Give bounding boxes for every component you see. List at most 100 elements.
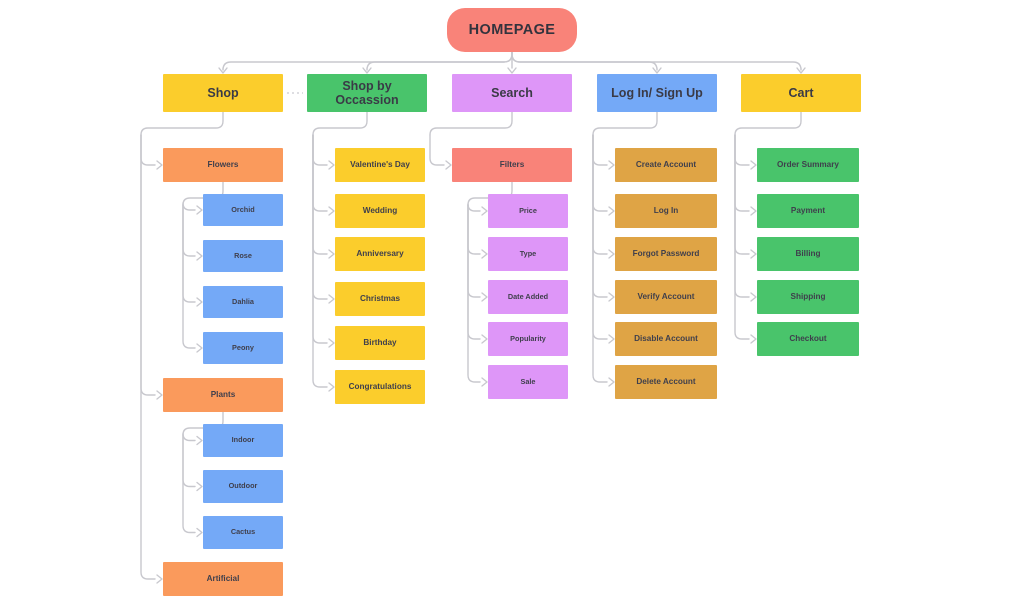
connector-plants-to-cactus-arrowhead xyxy=(196,527,203,538)
node-label: Search xyxy=(491,85,533,100)
node-label: Christmas xyxy=(359,294,401,304)
node-label: Popularity xyxy=(510,333,546,343)
connector-shop-by-occassion-to-congratulations-arrowhead xyxy=(328,382,335,392)
node-label: Verify Account xyxy=(637,292,695,302)
connector-cart-to-billing-arrowhead xyxy=(750,249,757,259)
connector-filters-to-type-arrowhead xyxy=(481,249,488,259)
node-flowers[interactable]: Flowers xyxy=(163,148,283,182)
connector-shop-to-plants xyxy=(140,134,156,396)
node-label: Order Summary xyxy=(777,160,839,170)
node-label: Cactus xyxy=(230,527,256,537)
connector-log-in-sign-up-to-log-in-arrowhead xyxy=(608,206,615,216)
node-log-in[interactable]: Log In xyxy=(615,194,717,228)
node-label: Cart xyxy=(788,85,814,100)
node-congratulations[interactable]: Congratulations xyxy=(335,370,425,404)
connector-cart-to-billing xyxy=(734,134,750,255)
node-billing[interactable]: Billing xyxy=(757,237,859,271)
node-checkout[interactable]: Checkout xyxy=(757,322,859,356)
node-label: Dahlia xyxy=(232,296,254,306)
node-label: Congratulations xyxy=(348,382,412,392)
connector-plants-to-indoor xyxy=(182,432,196,442)
connector-log-in-sign-up-to-disable-account-arrowhead xyxy=(608,334,615,344)
connector-plants-to-indoor-arrowhead xyxy=(196,435,203,446)
node-label: Delete Account xyxy=(636,377,696,387)
node-label: Anniversary xyxy=(356,249,404,259)
connector-shop-to-artificial xyxy=(140,134,156,580)
node-label: Disable Account xyxy=(634,334,698,344)
node-shop[interactable]: Shop xyxy=(163,74,283,112)
connector-cart-to-payment-arrowhead xyxy=(750,206,757,216)
connector-flowers-to-peony xyxy=(182,204,196,349)
node-label: Billing xyxy=(795,249,821,259)
node-label: Type xyxy=(519,248,537,258)
node-sale[interactable]: Sale xyxy=(488,365,568,399)
connector-flowers-to-dahlia-arrowhead xyxy=(196,297,203,307)
connector-log-in-sign-up-to-create-account-arrowhead xyxy=(608,160,615,170)
node-order-summary[interactable]: Order Summary xyxy=(757,148,859,182)
node-search[interactable]: Search xyxy=(452,74,572,112)
node-date-added[interactable]: Date Added xyxy=(488,280,568,314)
node-label: Log In/ Sign Up xyxy=(611,85,703,100)
connector-log-in-sign-up-to-verify-account xyxy=(592,134,608,298)
node-wedding[interactable]: Wedding xyxy=(335,194,425,228)
node-popularity[interactable]: Popularity xyxy=(488,322,568,356)
connector-homepage-to-log-in-sign-up-arrowhead xyxy=(652,67,662,74)
connector-shop-to-plants-arrowhead xyxy=(156,390,163,400)
connector-cart-to-payment xyxy=(734,134,750,212)
node-price[interactable]: Price xyxy=(488,194,568,228)
node-label: Date Added xyxy=(507,291,549,301)
connector-log-in-sign-up-to-verify-account-arrowhead xyxy=(608,292,615,302)
connector-shop-to-artificial-arrowhead xyxy=(156,574,163,584)
node-label: HOMEPAGE xyxy=(468,21,556,38)
node-create-account[interactable]: Create Account xyxy=(615,148,717,182)
node-plants[interactable]: Plants xyxy=(163,378,283,412)
node-root-homepage[interactable]: HOMEPAGE xyxy=(447,8,577,52)
connector-filters-to-popularity-arrowhead xyxy=(481,334,488,344)
node-dahlia[interactable]: Dahlia xyxy=(203,286,283,318)
connector-shop-to-flowers-arrowhead xyxy=(156,160,163,170)
node-peony[interactable]: Peony xyxy=(203,332,283,364)
connector-log-in-sign-up-to-create-account xyxy=(592,134,608,166)
node-indoor[interactable]: Indoor xyxy=(203,424,283,457)
node-label: Payment xyxy=(790,206,826,216)
connector-cart-stem xyxy=(734,111,802,136)
node-label: Plants xyxy=(210,390,236,400)
node-filters[interactable]: Filters xyxy=(452,148,572,182)
connector-homepage-to-shop-by-occassion xyxy=(366,51,513,71)
node-verify-account[interactable]: Verify Account xyxy=(615,280,717,314)
node-outdoor[interactable]: Outdoor xyxy=(203,470,283,503)
node-cactus[interactable]: Cactus xyxy=(203,516,283,549)
node-delete-account[interactable]: Delete Account xyxy=(615,365,717,399)
node-shop-by-occassion[interactable]: Shop by Occassion xyxy=(307,74,427,112)
connector-filters-to-sale xyxy=(467,204,481,383)
node-forgot-password[interactable]: Forgot Password xyxy=(615,237,717,271)
node-type[interactable]: Type xyxy=(488,237,568,271)
connector-shop-to-flowers xyxy=(140,134,156,166)
connector-log-in-sign-up-to-forgot-password-arrowhead xyxy=(608,249,615,259)
node-label: Peony xyxy=(232,342,254,352)
node-log-in-sign-up[interactable]: Log In/ Sign Up xyxy=(597,74,717,112)
node-label: Checkout xyxy=(789,334,827,344)
node-disable-account[interactable]: Disable Account xyxy=(615,322,717,356)
connector-cart-to-checkout xyxy=(734,134,750,340)
node-christmas[interactable]: Christmas xyxy=(335,282,425,316)
node-artificial[interactable]: Artificial xyxy=(163,562,283,596)
node-rose[interactable]: Rose xyxy=(203,240,283,272)
connector-log-in-sign-up-stem xyxy=(592,111,658,136)
node-shipping[interactable]: Shipping xyxy=(757,280,859,314)
node-label: Indoor xyxy=(231,435,255,445)
node-payment[interactable]: Payment xyxy=(757,194,859,228)
node-birthday[interactable]: Birthday xyxy=(335,326,425,360)
connector-homepage-to-shop-by-occassion-arrowhead xyxy=(362,67,372,74)
connector-homepage-to-search-arrowhead xyxy=(507,67,517,74)
connector-search-to-filters-arrowhead xyxy=(445,160,452,170)
connector-flowers-to-orchid xyxy=(182,202,196,211)
connector-log-in-sign-up-to-disable-account xyxy=(592,134,608,340)
connector-flowers-to-rose xyxy=(182,204,196,257)
node-valentine-s-day[interactable]: Valentine's Day xyxy=(335,148,425,182)
node-orchid[interactable]: Orchid xyxy=(203,194,283,226)
node-label: Outdoor xyxy=(228,481,258,491)
node-anniversary[interactable]: Anniversary xyxy=(335,237,425,271)
node-cart[interactable]: Cart xyxy=(741,74,861,112)
connector-search-to-filters xyxy=(429,134,445,166)
